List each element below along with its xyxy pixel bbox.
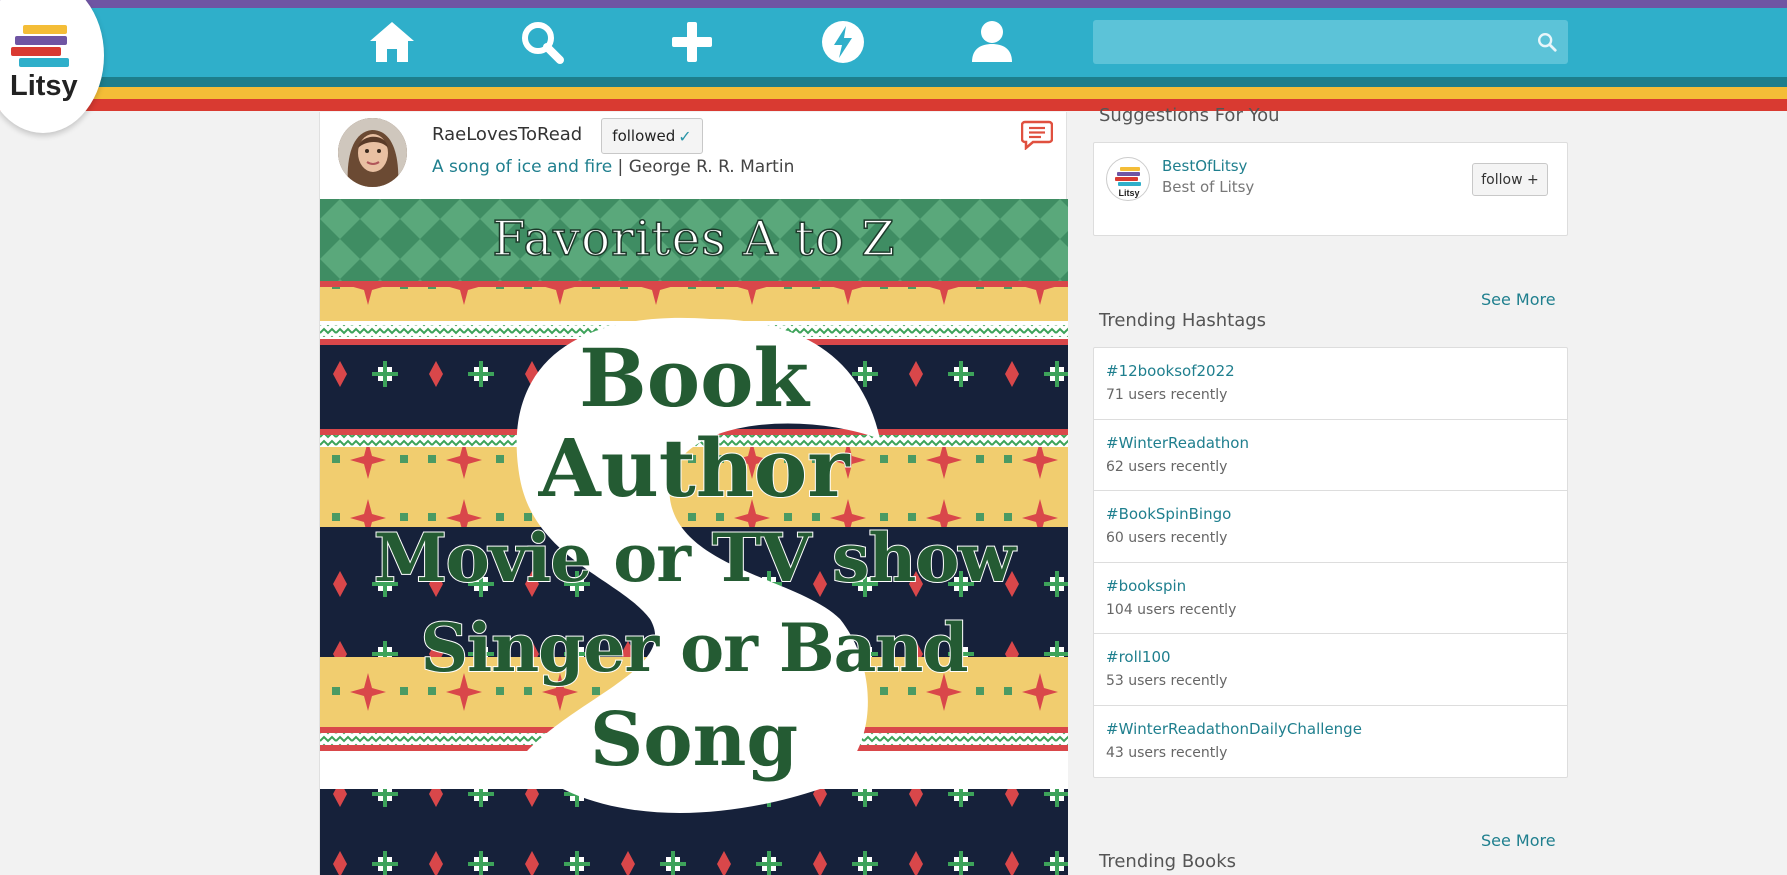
hashtag-count: 60 users recently xyxy=(1106,530,1228,546)
hashtag-link[interactable]: #roll100 xyxy=(1106,648,1555,666)
purple-stripe xyxy=(0,0,1787,8)
search-icon[interactable] xyxy=(1536,31,1558,53)
user-icon[interactable] xyxy=(968,18,1016,66)
suggestion-subtitle: Best of Litsy xyxy=(1162,178,1255,196)
suggestion-card: Litsy BestOfLitsy Best of Litsy follow + xyxy=(1093,142,1568,236)
post-username[interactable]: RaeLovesToRead xyxy=(432,124,582,145)
books-logo-icon xyxy=(11,25,69,67)
image-line-movie: Movie or TV show xyxy=(373,518,1017,598)
image-title: Favorites A to Z xyxy=(492,210,896,268)
red-stripe xyxy=(0,99,1787,111)
comment-icon[interactable] xyxy=(1021,120,1053,150)
hashtag-count: 43 users recently xyxy=(1106,744,1228,761)
hashtag-count: 104 users recently xyxy=(1106,601,1237,618)
home-icon[interactable] xyxy=(368,18,416,66)
followed-label: followed xyxy=(612,127,676,145)
hashtags-see-more-link[interactable]: See More xyxy=(1481,290,1556,309)
litsy-logo[interactable]: Litsy xyxy=(0,0,104,133)
follow-button[interactable]: follow + xyxy=(1472,163,1548,196)
check-icon: ✓ xyxy=(678,126,692,146)
lightning-icon[interactable] xyxy=(819,18,867,66)
suggestions-title: Suggestions For You xyxy=(1099,105,1280,126)
search-icon[interactable] xyxy=(518,18,566,66)
hashtag-link[interactable]: #WinterReadathon xyxy=(1106,434,1555,452)
hashtag-count: 62 users recently xyxy=(1106,458,1228,475)
hashtag-link[interactable]: #BookSpinBingo xyxy=(1106,505,1555,523)
logo-text: Litsy xyxy=(10,70,78,102)
search-field[interactable] xyxy=(1093,20,1568,64)
hashtag-count: 71 users recently xyxy=(1106,387,1228,403)
dark-teal-stripe xyxy=(0,77,1787,87)
book-info: A song of ice and fire | George R. R. Ma… xyxy=(432,157,794,177)
image-line-song: Song xyxy=(589,696,799,784)
book-separator: | xyxy=(612,157,629,177)
trending-hashtags-title: Trending Hashtags xyxy=(1099,310,1267,331)
avatar[interactable]: Litsy xyxy=(1106,157,1150,201)
book-title-link[interactable]: A song of ice and fire xyxy=(432,157,612,177)
top-navigation-bar xyxy=(0,0,1787,112)
post-image[interactable]: Favorites A to Z Book Author Movie or TV… xyxy=(320,199,1068,875)
svg-text:Litsy: Litsy xyxy=(1118,188,1139,198)
yellow-stripe xyxy=(0,87,1787,99)
post-card: RaeLovesToRead followed ✓ A song of ice … xyxy=(319,112,1068,875)
books-see-more-link[interactable]: See More xyxy=(1481,831,1556,850)
search-input[interactable] xyxy=(1093,20,1568,64)
hashtag-link[interactable]: #WinterReadathonDailyChallenge xyxy=(1106,720,1555,738)
image-line-singer: Singer or Band xyxy=(419,608,969,688)
list-item[interactable]: #BookSpinBingo 60 users recently xyxy=(1094,491,1567,563)
list-item[interactable]: #WinterReadathon 62 users recently xyxy=(1094,420,1567,491)
list-item[interactable]: #12booksof2022 71 users recently xyxy=(1094,348,1567,420)
image-line-author: Author xyxy=(538,420,851,516)
book-author: George R. R. Martin xyxy=(628,157,795,177)
list-item[interactable]: #WinterReadathonDailyChallenge 43 users … xyxy=(1094,706,1567,778)
hashtag-link[interactable]: #bookspin xyxy=(1106,577,1555,595)
followed-button[interactable]: followed ✓ xyxy=(601,118,703,154)
suggestion-username[interactable]: BestOfLitsy xyxy=(1162,157,1247,175)
image-line-book: Book xyxy=(578,330,810,426)
plus-icon[interactable] xyxy=(668,18,716,66)
hashtag-list: #12booksof2022 71 users recently #Winter… xyxy=(1093,347,1568,778)
list-item[interactable]: #roll100 53 users recently xyxy=(1094,634,1567,706)
trending-books-title: Trending Books xyxy=(1099,851,1236,872)
avatar[interactable] xyxy=(338,118,407,187)
hashtag-count: 53 users recently xyxy=(1106,673,1228,689)
hashtag-link[interactable]: #12booksof2022 xyxy=(1106,362,1555,380)
list-item[interactable]: #bookspin 104 users recently xyxy=(1094,563,1567,634)
